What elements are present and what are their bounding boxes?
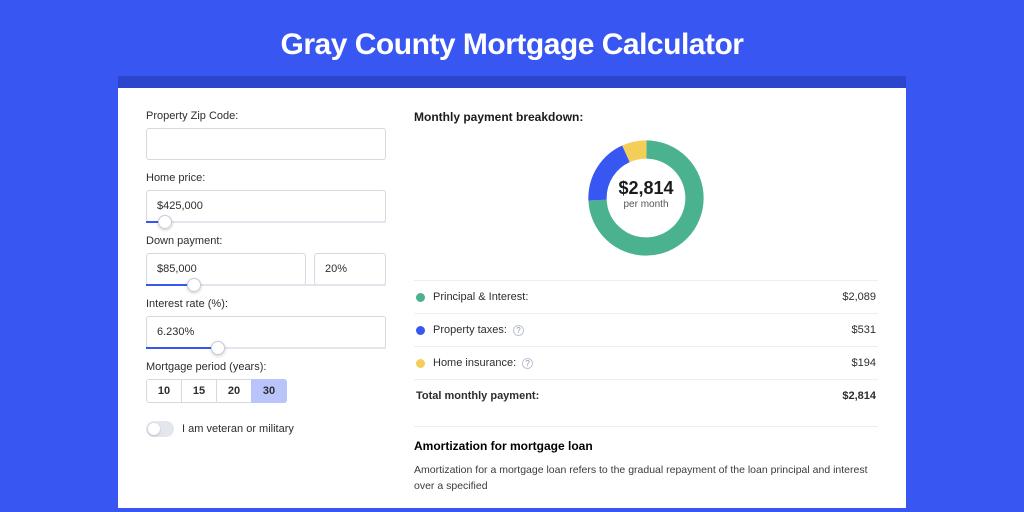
interest-rate-slider-thumb[interactable] [211,341,225,355]
legend-row-taxes: Property taxes: ? $531 [414,313,878,346]
down-payment-pct-input[interactable] [314,253,386,285]
zip-input[interactable] [146,128,386,160]
total-label: Total monthly payment: [416,390,539,402]
mortgage-period-field: Mortgage period (years): 10 15 20 30 [146,361,386,403]
amortization-text: Amortization for a mortgage loan refers … [414,463,878,495]
help-icon[interactable]: ? [522,358,533,369]
panel-top-shadow [118,76,906,88]
down-payment-field: Down payment: [146,235,386,286]
down-payment-input[interactable] [146,253,306,285]
breakdown-column: Monthly payment breakdown: $2,814 per mo… [414,110,878,508]
total-value: $2,814 [842,390,876,402]
legend-row-principal: Principal & Interest: $2,089 [414,280,878,313]
veteran-toggle-label: I am veteran or military [182,423,294,435]
zip-field: Property Zip Code: [146,110,386,160]
donut-center-amount: $2,814 [618,178,673,199]
interest-rate-field: Interest rate (%): [146,298,386,349]
total-row: Total monthly payment: $2,814 [414,379,878,412]
interest-rate-slider[interactable] [146,347,386,349]
page-title: Gray County Mortgage Calculator [0,0,1024,76]
help-icon[interactable]: ? [513,325,524,336]
legend-row-insurance: Home insurance: ? $194 [414,346,878,379]
amortization-title: Amortization for mortgage loan [414,426,878,453]
breakdown-title: Monthly payment breakdown: [414,110,878,124]
veteran-toggle[interactable] [146,421,174,437]
home-price-slider[interactable] [146,221,386,223]
interest-rate-slider-fill [146,347,218,349]
calculator-panel: Property Zip Code: Home price: Down paym… [118,88,906,508]
legend-name-taxes: Property taxes: [433,324,507,336]
down-payment-slider-thumb[interactable] [187,278,201,292]
down-payment-label: Down payment: [146,235,386,247]
period-btn-20[interactable]: 20 [216,379,252,403]
legend-dot-principal [416,293,425,302]
amortization-block: Amortization for mortgage loan Amortizat… [414,426,878,495]
period-btn-10[interactable]: 10 [146,379,182,403]
legend-val-principal: $2,089 [842,291,876,303]
legend-val-taxes: $531 [852,324,876,336]
legend-dot-insurance [416,359,425,368]
legend-dot-taxes [416,326,425,335]
home-price-slider-thumb[interactable] [158,215,172,229]
legend-name-insurance: Home insurance: [433,357,516,369]
home-price-input[interactable] [146,190,386,222]
donut-chart-container: $2,814 per month [414,134,878,262]
calculator-panel-wrap: Property Zip Code: Home price: Down paym… [118,76,906,508]
donut-center-sub: per month [618,199,673,210]
period-btn-30[interactable]: 30 [251,379,287,403]
home-price-label: Home price: [146,172,386,184]
donut-center: $2,814 per month [618,178,673,210]
period-btn-15[interactable]: 15 [181,379,217,403]
form-column: Property Zip Code: Home price: Down paym… [146,110,386,508]
legend-val-insurance: $194 [852,357,876,369]
mortgage-period-label: Mortgage period (years): [146,361,386,373]
interest-rate-label: Interest rate (%): [146,298,386,310]
legend-name-principal: Principal & Interest: [433,291,528,303]
home-price-field: Home price: [146,172,386,223]
zip-label: Property Zip Code: [146,110,386,122]
mortgage-period-buttons: 10 15 20 30 [146,379,386,403]
interest-rate-input[interactable] [146,316,386,348]
down-payment-slider[interactable] [146,284,386,286]
veteran-toggle-row: I am veteran or military [146,421,386,437]
